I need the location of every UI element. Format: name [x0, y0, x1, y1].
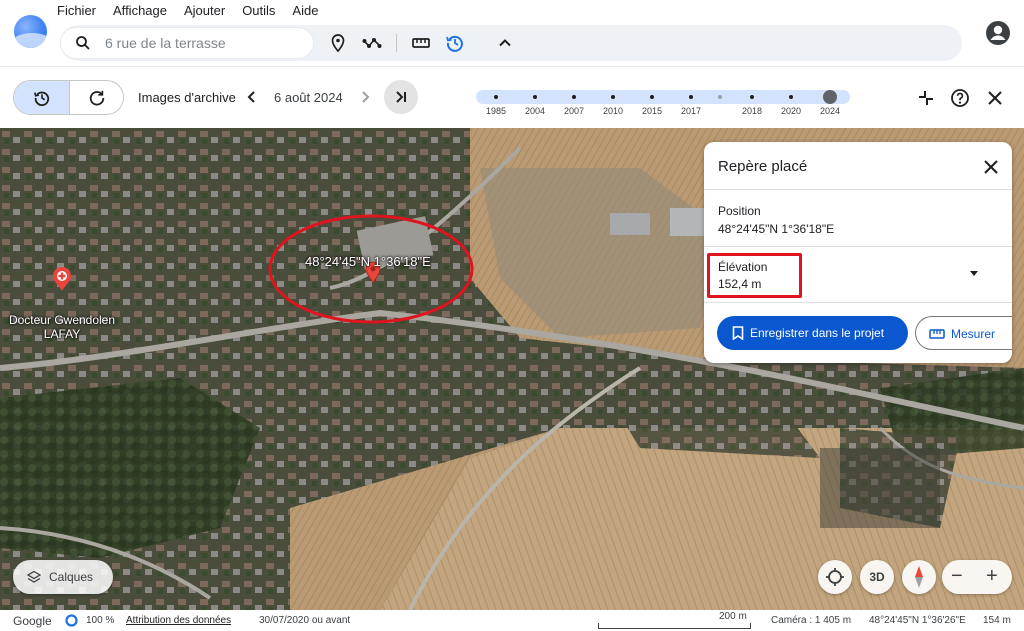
- compass-button[interactable]: [902, 560, 936, 594]
- timeline-dot[interactable]: [789, 95, 793, 99]
- menu-item-ajouter[interactable]: Ajouter: [184, 3, 225, 18]
- search-input[interactable]: 6 rue de la terrasse: [105, 35, 226, 51]
- data-attribution-link[interactable]: Attribution des données: [126, 615, 231, 626]
- poi-name-line2: LAFAY: [43, 327, 81, 341]
- cursor-coordinates: 48°24'45"N 1°36'26"E: [869, 615, 966, 626]
- timeline-year-label: 2024: [819, 106, 841, 116]
- ruler-icon: [929, 329, 945, 339]
- timeline-dot[interactable]: [750, 95, 754, 99]
- timeline-dot[interactable]: [650, 95, 654, 99]
- panel-title: Repère placé: [718, 158, 808, 175]
- archive-label: Images d'archive: [138, 90, 236, 105]
- timeline-dot[interactable]: [611, 95, 615, 99]
- save-to-project-button[interactable]: Enregistrer dans le projet: [717, 316, 908, 350]
- toggle-3d-button[interactable]: 3D: [860, 560, 894, 594]
- top-bar: Fichier Affichage Ajouter Outils Aide 6 …: [0, 0, 1024, 66]
- cursor-elevation: 154 m: [983, 615, 1011, 626]
- place-marker-icon[interactable]: [328, 33, 348, 53]
- imagery-date: 30/07/2020 ou avant: [259, 615, 351, 626]
- timeline-dot[interactable]: [823, 90, 837, 104]
- crosshair-icon: [826, 568, 844, 586]
- timeline-dot[interactable]: [533, 95, 537, 99]
- timeline-dot[interactable]: [494, 95, 498, 99]
- save-to-project-label: Enregistrer dans le projet: [750, 326, 885, 340]
- timeline-dot[interactable]: [572, 95, 576, 99]
- menu-item-affichage[interactable]: Affichage: [113, 3, 167, 18]
- timeline-year-label: 2004: [524, 106, 546, 116]
- view-toggle: [13, 80, 124, 115]
- close-icon[interactable]: [985, 88, 1005, 108]
- my-location-button[interactable]: [818, 560, 852, 594]
- refresh-icon[interactable]: [88, 89, 106, 107]
- search-icon: [76, 36, 90, 50]
- panel-divider: [704, 302, 1012, 303]
- scale-label: 200 m: [719, 611, 747, 622]
- poi-name-line1: Docteur Gwendolen: [8, 313, 116, 327]
- chevron-left-icon[interactable]: [245, 89, 259, 105]
- latest-image-button[interactable]: [384, 80, 418, 114]
- menu-bar: Fichier Affichage Ajouter Outils Aide: [57, 3, 335, 18]
- menu-item-fichier[interactable]: Fichier: [57, 3, 96, 18]
- placemark-coordinates-label: 48°24'45"N 1°36'18"E: [305, 254, 431, 269]
- menu-item-aide[interactable]: Aide: [292, 3, 318, 18]
- scale-bar: [598, 623, 751, 629]
- ruler-icon[interactable]: [411, 33, 431, 53]
- chevron-right-icon[interactable]: [358, 89, 372, 105]
- google-earth-logo[interactable]: [14, 15, 47, 48]
- timeline-dot[interactable]: [689, 95, 693, 99]
- loading-ring-icon: [65, 614, 78, 627]
- timeline-year-label: 2007: [563, 106, 585, 116]
- account-icon[interactable]: [985, 20, 1011, 46]
- timeline-year-label: 2010: [602, 106, 624, 116]
- zoom-in-button[interactable]: +: [986, 566, 998, 586]
- collapse-icon[interactable]: [916, 88, 936, 108]
- measure-button[interactable]: Mesurer: [915, 316, 1012, 350]
- zoom-out-button[interactable]: −: [951, 566, 963, 586]
- layers-label: Calques: [49, 570, 94, 584]
- zoom-control: − +: [942, 560, 1012, 594]
- position-label: Position: [718, 204, 761, 218]
- archive-date: 6 août 2024: [274, 90, 343, 105]
- measure-label: Mesurer: [951, 327, 996, 341]
- timeline-year-label: 2020: [780, 106, 802, 116]
- panel-divider: [704, 189, 1012, 190]
- toolbar-divider: [396, 34, 397, 52]
- timeline-year-label: 2017: [680, 106, 702, 116]
- close-icon[interactable]: [982, 158, 1000, 176]
- history-icon: [34, 91, 50, 106]
- chevron-up-icon[interactable]: [495, 33, 515, 53]
- position-value: 48°24'45"N 1°36'18"E: [718, 222, 835, 236]
- elevation-highlight-box: [707, 253, 802, 298]
- layers-button[interactable]: Calques: [13, 560, 113, 594]
- help-icon[interactable]: [950, 88, 970, 108]
- skip-to-end-icon: [396, 91, 406, 103]
- timeline-year-label: 2015: [641, 106, 663, 116]
- timeline-year-label: 1985: [485, 106, 507, 116]
- dropdown-arrow-icon[interactable]: [969, 270, 979, 278]
- panel-divider: [704, 246, 1012, 247]
- poi-label[interactable]: Docteur Gwendolen LAFAY: [2, 313, 122, 341]
- status-bar: Google 100 % Attribution des données 30/…: [0, 610, 1024, 631]
- google-brand: Google: [13, 614, 52, 628]
- timeline-year-label: 2018: [741, 106, 763, 116]
- path-icon[interactable]: [362, 33, 382, 53]
- bookmark-icon: [732, 326, 744, 340]
- layers-icon: [27, 570, 41, 583]
- compass-icon: [915, 566, 923, 588]
- timeline-dot[interactable]: [718, 95, 722, 99]
- loading-percent: 100 %: [86, 615, 115, 626]
- camera-altitude: Caméra : 1 405 m: [771, 615, 852, 626]
- history-icon[interactable]: [445, 33, 465, 53]
- menu-item-outils[interactable]: Outils: [242, 3, 275, 18]
